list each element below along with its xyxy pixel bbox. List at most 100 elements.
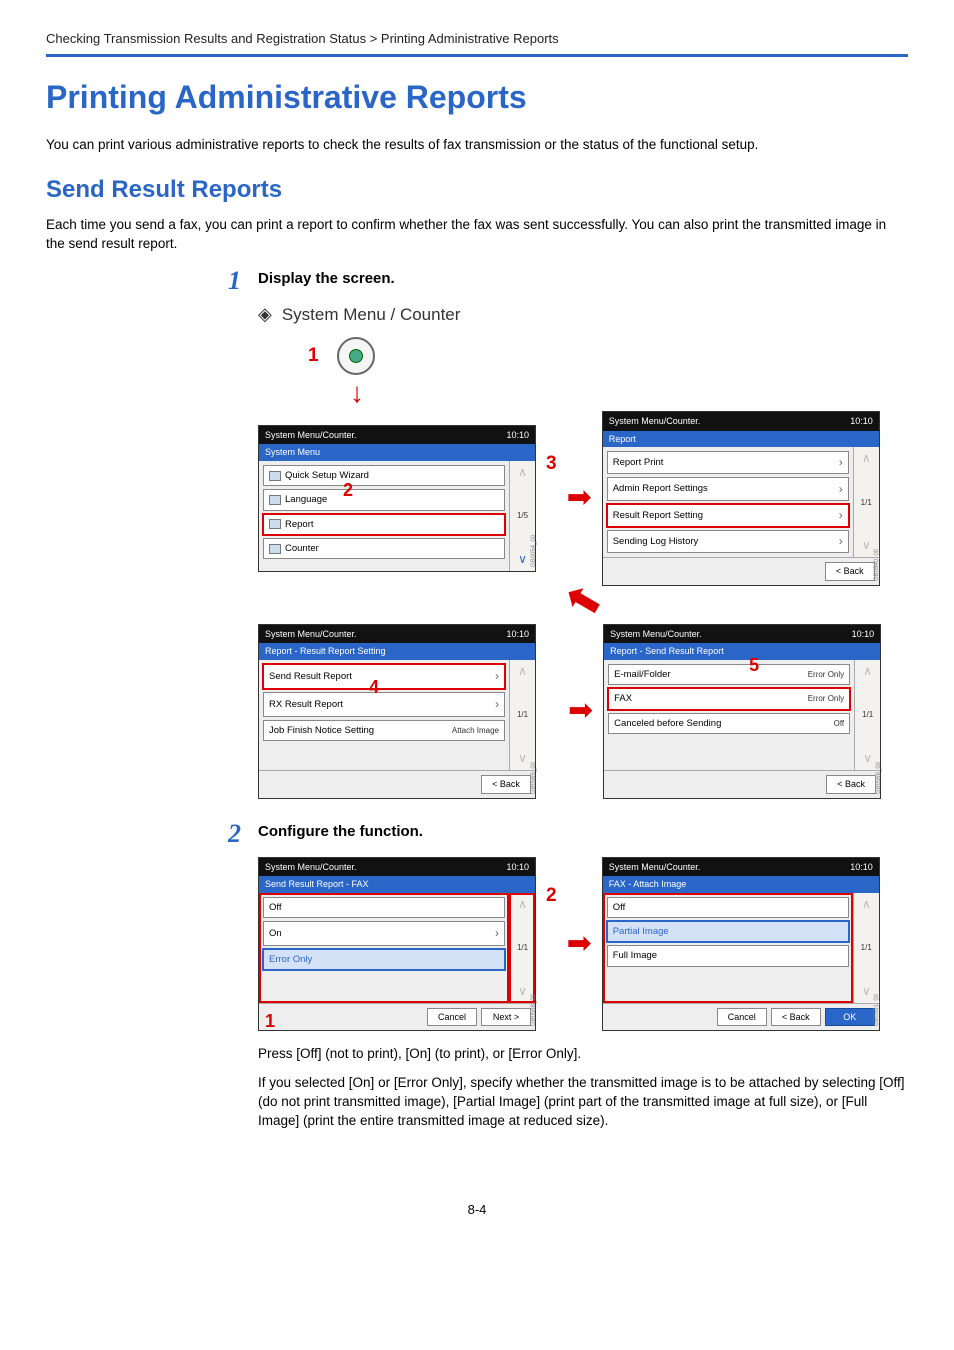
back-button[interactable]: < Back xyxy=(825,562,875,581)
panel-attach-image: System Menu/Counter.10:10 FAX - Attach I… xyxy=(602,857,880,1032)
section-title-h2: Send Result Reports xyxy=(46,173,908,207)
callout-1: 1 xyxy=(308,343,319,370)
panel-title: System Menu/Counter. xyxy=(609,861,701,874)
screenshot-id: GB0591_00 xyxy=(873,994,881,1026)
menu-item-sending-log[interactable]: Sending Log History› xyxy=(607,530,849,553)
page-indicator: 1/1 xyxy=(517,942,528,953)
panel-subtitle: Send Result Report - FAX xyxy=(259,876,535,893)
press-button-row: 1 xyxy=(308,337,908,375)
press-instruction: Press [Off] (not to print), [On] (to pri… xyxy=(258,1045,908,1064)
menu-item-job-finish[interactable]: Job Finish Notice SettingAttach Image xyxy=(263,720,505,741)
menu-item-report-print[interactable]: Report Print› xyxy=(607,451,849,474)
menu-item-result-report[interactable]: Result Report Setting› xyxy=(607,504,849,527)
menu-item-admin-report[interactable]: Admin Report Settings› xyxy=(607,477,849,500)
page-title-h1: Printing Administrative Reports xyxy=(46,75,908,120)
scroll-down-icon[interactable]: ∨ xyxy=(862,537,871,554)
wizard-icon xyxy=(269,471,281,481)
back-button[interactable]: < Back xyxy=(481,775,531,794)
screens-row-3: 1 System Menu/Counter.10:10 Send Result … xyxy=(258,857,908,1032)
system-menu-label-row: ◈ System Menu / Counter xyxy=(258,302,908,327)
panel-title: System Menu/Counter. xyxy=(610,628,702,641)
intro-text: You can print various administrative rep… xyxy=(46,136,908,155)
scroll-down-icon[interactable]: ∨ xyxy=(518,983,527,1000)
panel-subtitle: Report - Result Report Setting xyxy=(259,643,535,660)
chevron-right-icon: › xyxy=(495,925,499,942)
scroll-down-icon[interactable]: ∨ xyxy=(863,750,872,767)
scroll-down-icon[interactable]: ∨ xyxy=(862,983,871,1000)
ok-button[interactable]: OK xyxy=(825,1008,875,1027)
menu-item-canceled[interactable]: Canceled before SendingOff xyxy=(608,713,850,734)
scroll-up-icon[interactable]: ∧ xyxy=(518,663,527,680)
chevron-right-icon: › xyxy=(495,696,499,713)
panel-scrollbar[interactable]: ∧ 1/1 ∨ xyxy=(509,660,535,770)
screenshot-id: GB0588_00 xyxy=(530,994,538,1026)
page-indicator: 1/1 xyxy=(861,497,872,508)
option-full[interactable]: Full Image xyxy=(607,945,849,966)
scroll-up-icon[interactable]: ∧ xyxy=(862,896,871,913)
diamond-icon: ◈ xyxy=(258,302,272,327)
value-label: Error Only xyxy=(808,693,844,704)
panel-send-result-report: 5 System Menu/Counter.10:10 Report - Sen… xyxy=(603,624,881,799)
panel-time: 10:10 xyxy=(506,861,529,874)
globe-icon xyxy=(269,495,281,505)
page-indicator: 1/1 xyxy=(517,709,528,720)
panel-time: 10:10 xyxy=(506,628,529,641)
menu-item-quick-setup[interactable]: Quick Setup Wizard xyxy=(263,465,505,486)
scroll-up-icon[interactable]: ∧ xyxy=(518,896,527,913)
cancel-button[interactable]: Cancel xyxy=(717,1008,767,1027)
menu-item-email-folder[interactable]: E-mail/FolderError Only xyxy=(608,664,850,685)
panel-scrollbar[interactable]: ∧ 1/1 ∨ xyxy=(853,893,879,1003)
page-indicator: 1/1 xyxy=(862,709,873,720)
panel-time: 10:10 xyxy=(506,429,529,442)
option-off[interactable]: Off xyxy=(607,897,849,918)
panel-report: System Menu/Counter.10:10 Report Report … xyxy=(602,411,880,586)
back-button[interactable]: < Back xyxy=(826,775,876,794)
page-indicator: 1/1 xyxy=(861,942,872,953)
panel-scrollbar[interactable]: ∧ 1/1 ∨ xyxy=(853,447,879,557)
scroll-down-icon[interactable]: ∨ xyxy=(518,551,527,568)
callout-2b: 2 xyxy=(546,883,557,910)
page-number: 8-4 xyxy=(46,1201,908,1219)
chevron-right-icon: › xyxy=(495,668,499,685)
option-on[interactable]: On› xyxy=(263,921,505,946)
menu-item-report[interactable]: Report xyxy=(263,514,505,535)
scroll-up-icon[interactable]: ∧ xyxy=(863,663,872,680)
step-2-header: 2 Configure the function. xyxy=(228,821,908,847)
scroll-down-icon[interactable]: ∨ xyxy=(518,750,527,767)
option-off[interactable]: Off xyxy=(263,897,505,918)
right-arrow-icon: ➡ xyxy=(568,696,593,726)
chevron-right-icon: › xyxy=(839,533,843,550)
panel-result-report-setting: 4 System Menu/Counter.10:10 Report - Res… xyxy=(258,624,536,799)
right-arrow-icon: ➡ xyxy=(567,929,592,959)
panel-scrollbar[interactable]: ∧ 1/1 ∨ xyxy=(854,660,880,770)
menu-item-language[interactable]: Language xyxy=(263,489,505,510)
panel-title: System Menu/Counter. xyxy=(609,415,701,428)
chevron-right-icon: › xyxy=(839,481,843,498)
button-led-icon xyxy=(349,349,363,363)
scroll-up-icon[interactable]: ∧ xyxy=(862,450,871,467)
chevron-right-icon: › xyxy=(839,507,843,524)
hardware-button[interactable] xyxy=(337,337,375,375)
panel-subtitle: System Menu xyxy=(259,444,535,461)
cancel-button[interactable]: Cancel xyxy=(427,1008,477,1027)
panel-time: 10:10 xyxy=(850,861,873,874)
panel-scrollbar[interactable]: ∧ 1/1 ∨ xyxy=(509,893,535,1003)
value-label: Attach Image xyxy=(452,725,499,736)
menu-item-rx-result[interactable]: RX Result Report› xyxy=(263,692,505,717)
option-partial[interactable]: Partial Image xyxy=(607,921,849,942)
value-label: Error Only xyxy=(808,669,844,680)
section-intro: Each time you send a fax, you can print … xyxy=(46,216,908,254)
screenshot-id: GB0568_00 xyxy=(875,762,883,794)
panel-time: 10:10 xyxy=(850,415,873,428)
menu-item-counter[interactable]: Counter xyxy=(263,538,505,559)
step-2-number: 2 xyxy=(228,821,258,847)
panel-title: System Menu/Counter. xyxy=(265,861,357,874)
option-error-only[interactable]: Error Only xyxy=(263,949,505,970)
screens-row-1: 2 System Menu/Counter.10:10 System Menu … xyxy=(258,411,908,586)
menu-item-fax[interactable]: FAXError Only xyxy=(608,688,850,709)
menu-item-send-result[interactable]: Send Result Report› xyxy=(263,664,505,689)
next-button[interactable]: Next > xyxy=(481,1008,531,1027)
scroll-up-icon[interactable]: ∧ xyxy=(518,464,527,481)
back-button[interactable]: < Back xyxy=(771,1008,821,1027)
diagonal-arrow-icon: ➡ xyxy=(567,592,599,610)
